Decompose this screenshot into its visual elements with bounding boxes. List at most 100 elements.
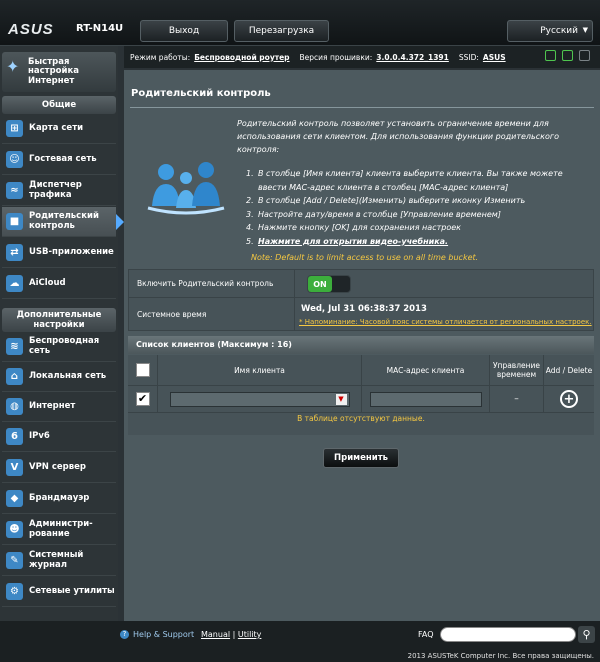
sidebar-item-label: AiCloud	[29, 277, 66, 288]
sidebar-item-label: VPN сервер	[29, 461, 86, 472]
traffic-manager-icon: ≈	[6, 182, 23, 199]
page-title: Родительский контроль	[131, 88, 271, 99]
utility-link[interactable]: Utility	[238, 630, 262, 639]
title-divider	[130, 107, 594, 108]
client-name-cell: ▼	[158, 386, 362, 412]
description-text: Родительский контроль позволяет установи…	[237, 119, 559, 154]
sidebar-item-ipv6[interactable]: 6 IPv6	[2, 422, 116, 452]
sidebar-item-wan[interactable]: ◍ Интернет	[2, 392, 116, 422]
wand-icon: ✦	[6, 57, 20, 76]
client-name-select[interactable]: ▼	[169, 391, 350, 407]
time-cell: –	[490, 386, 544, 412]
faq-search-input[interactable]	[440, 627, 576, 642]
sidebar-item-firewall[interactable]: ◆ Брандмауэр	[2, 484, 116, 514]
sidebar-item-administration[interactable]: ☻ Администри-рование	[2, 515, 116, 545]
sidebar-item-label: Системный журнал	[29, 550, 84, 570]
step-item: 2. В столбце [Add / Delete](Изменить) выб…	[246, 196, 526, 205]
sidebar: ✦ Быстрая настройка Интернет Общие ⊞ Кар…	[0, 46, 124, 621]
mode-label: Режим работы:	[130, 52, 191, 62]
select-all-checkbox[interactable]	[135, 363, 150, 377]
step-item: 3. Настройте дату/время в столбце [Управл…	[246, 209, 501, 219]
column-header-mac: MAC-адрес клиента	[362, 355, 490, 385]
sidebar-item-vpn[interactable]: V VPN сервер	[2, 453, 116, 483]
cloud-icon: ☁	[6, 275, 23, 292]
parental-control-toggle[interactable]: ON	[307, 275, 351, 293]
column-divider	[294, 298, 295, 331]
sidebar-item-label: Локальная сеть	[29, 370, 107, 381]
quick-setup-button[interactable]: ✦ Быстрая настройка Интернет	[2, 52, 116, 92]
sidebar-item-network-tools[interactable]: ⚙ Сетевые утилиты	[2, 577, 116, 607]
logout-button[interactable]: Выход	[140, 20, 228, 42]
log-icon: ✎	[6, 552, 23, 569]
sidebar-item-label: Родительский контроль	[29, 211, 99, 231]
language-select[interactable]: Русский ▼	[507, 20, 593, 42]
column-header-add-delete: Add / Delete	[545, 365, 593, 375]
help-label: Help & Support	[133, 630, 195, 639]
mode-value-link[interactable]: Беспроводной роутер	[194, 53, 289, 62]
sidebar-item-traffic-manager[interactable]: ≈ Диспетчер трафика	[2, 176, 116, 206]
sidebar-item-label: Интернет	[29, 400, 76, 411]
client-list-table: Имя клиента MAC-адрес клиента Управление…	[128, 355, 594, 435]
sidebar-item-label: Администри-рование	[29, 519, 93, 539]
row-divider	[128, 412, 594, 413]
step-item: 1. В столбце [Имя клиента] клиента выбери…	[246, 169, 563, 192]
admin-icon: ☻	[6, 521, 23, 538]
internet-status-icon[interactable]	[562, 50, 573, 61]
usb-status-icon[interactable]	[579, 50, 590, 61]
ssid-value-link[interactable]: ASUS	[483, 53, 506, 62]
sidebar-item-label: Сетевые утилиты	[29, 585, 115, 596]
question-icon: ?	[120, 630, 129, 639]
system-time-label: Системное время	[137, 310, 207, 319]
mac-address-input[interactable]	[369, 391, 482, 407]
help-support-link[interactable]: ? Help & Support	[120, 630, 194, 639]
row-checkbox-cell: ✔	[128, 386, 158, 412]
empty-table-message: В таблице отсутствуют данные.	[297, 414, 425, 423]
sidebar-item-lan[interactable]: ⌂ Локальная сеть	[2, 362, 116, 392]
step-text: Настройте дату/время в столбце [Управлен…	[258, 209, 501, 219]
column-header-time-management: Управление временем	[490, 355, 544, 385]
search-icon[interactable]: ⚲	[578, 626, 595, 643]
language-label: Русский	[540, 26, 578, 36]
step-text: Нажмите кнопку [OK] для сохранения настр…	[258, 223, 461, 232]
add-icon[interactable]: +	[560, 390, 578, 408]
asus-logo: ASUS	[8, 21, 54, 38]
reboot-button[interactable]: Перезагрузка	[234, 20, 329, 42]
home-icon: ⌂	[6, 368, 23, 385]
sidebar-item-network-map[interactable]: ⊞ Карта сети	[2, 114, 116, 144]
advanced-section-header: Дополнительные настройки	[2, 308, 116, 332]
faq-label: FAQ	[418, 630, 434, 639]
column-divider	[294, 270, 295, 298]
sidebar-item-label: Брандмауэр	[29, 492, 90, 503]
link-separator: |	[232, 630, 236, 639]
manual-link[interactable]: Manual	[201, 630, 230, 639]
sidebar-item-system-log[interactable]: ✎ Системный журнал	[2, 546, 116, 576]
client-list-header: Список клиентов (Максимум : 16)	[128, 336, 594, 354]
network-map-icon: ⊞	[6, 120, 23, 137]
timezone-warning-link[interactable]: * Напоминание: Часовой пояс системы отли…	[299, 318, 592, 326]
enable-row: Включить Родительский контроль ON	[129, 270, 593, 298]
sidebar-item-aicloud[interactable]: ☁ AiCloud	[2, 269, 116, 299]
add-cell: +	[544, 386, 594, 412]
select-column-header	[128, 355, 158, 385]
top-bar: ASUS RT-N14U Выход Перезагрузка Русский …	[0, 0, 600, 46]
sidebar-item-guest-network[interactable]: ☺ Гостевая сеть	[2, 145, 116, 175]
time-management-value: –	[514, 394, 519, 404]
sidebar-item-wireless[interactable]: ≋ Беспроводная сеть	[2, 332, 116, 362]
sidebar-item-label: Беспроводная сеть	[29, 336, 100, 356]
firmware-value-link[interactable]: 3.0.0.4.372_1391	[376, 53, 449, 62]
apply-button[interactable]: Применить	[323, 448, 399, 468]
video-tutorial-link[interactable]: Нажмите для открытия видео-учебника.	[258, 237, 448, 246]
shield-icon: ◆	[6, 490, 23, 507]
firmware-label: Версия прошивки:	[299, 52, 373, 62]
ipv6-icon: 6	[6, 428, 23, 445]
sidebar-item-usb-application[interactable]: ⇄ USB-приложение	[2, 238, 116, 268]
enable-label: Включить Родительский контроль	[137, 279, 274, 288]
model-name: RT-N14U	[76, 23, 124, 34]
row-checkbox[interactable]: ✔	[135, 392, 150, 406]
family-illustration-icon	[147, 162, 225, 215]
sidebar-item-parental-control[interactable]: ■ Родительский контроль	[2, 207, 124, 237]
user-status-icon[interactable]	[545, 50, 556, 61]
sidebar-item-label: IPv6	[29, 430, 50, 441]
copyright-text: 2013 ASUSTeK Computer Inc. Все права защ…	[407, 652, 594, 660]
chevron-down-icon[interactable]: ▼	[335, 393, 347, 405]
